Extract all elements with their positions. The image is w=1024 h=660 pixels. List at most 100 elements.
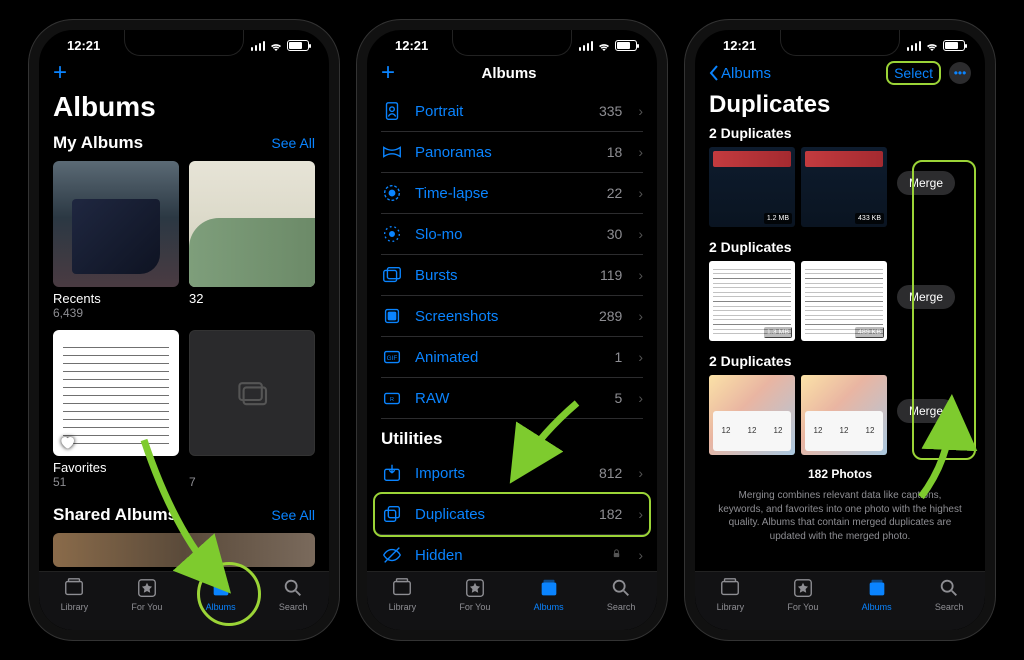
search-icon — [610, 577, 632, 599]
phone-1-albums-home: 12:21 + Albums My Albums See All — [29, 20, 339, 640]
tab-bar: Library For You Albums Search — [367, 571, 657, 630]
album-item[interactable]: 7 — [189, 330, 315, 489]
list-row-screenshots[interactable]: Screenshots 289 › — [381, 296, 643, 337]
shared-album-preview[interactable] — [53, 533, 315, 567]
dup-image[interactable]: 121212 — [709, 375, 795, 455]
dup-image[interactable]: 1.2 MB — [709, 147, 795, 227]
tab-library[interactable]: Library — [61, 577, 89, 612]
tab-library[interactable]: Library — [389, 577, 417, 612]
list-row-imports[interactable]: Imports 812 › — [381, 453, 643, 494]
more-button[interactable]: ••• — [949, 62, 971, 84]
wifi-icon — [597, 41, 611, 51]
back-button[interactable]: Albums — [709, 65, 771, 82]
foryou-icon — [136, 577, 158, 599]
tab-search[interactable]: Search — [935, 577, 964, 612]
albums-icon — [538, 577, 560, 599]
library-icon — [63, 577, 85, 599]
list-row-hidden[interactable]: Hidden › — [381, 535, 643, 571]
list-row-portrait[interactable]: Portrait 335 › — [381, 91, 643, 132]
merge-button[interactable]: Merge — [897, 285, 955, 309]
row-label: Panoramas — [415, 144, 595, 161]
photos-count: 182 Photos — [695, 467, 985, 481]
row-count: 335 — [599, 103, 622, 119]
add-button[interactable]: + — [53, 59, 67, 87]
tab-label: Albums — [206, 602, 236, 612]
status-time: 12:21 — [67, 38, 100, 53]
tab-search[interactable]: Search — [607, 577, 636, 612]
svg-text:R: R — [390, 397, 394, 403]
tab-label: Albums — [534, 602, 564, 612]
chevron-right-icon: › — [638, 465, 643, 481]
row-label: RAW — [415, 390, 603, 407]
phone-2-albums-list: 12:21 + Albums Portrait 335 › Panoramas … — [357, 20, 667, 640]
select-button[interactable]: Select — [886, 61, 941, 85]
dup-image[interactable]: 1.3 MB — [709, 261, 795, 341]
dup-image[interactable]: 121212 — [801, 375, 887, 455]
duplicate-group: 2 Duplicates 121212121212 Merge — [695, 353, 985, 455]
utilities-header: Utilities — [381, 429, 643, 449]
row-count: 182 — [599, 506, 622, 522]
foryou-icon — [464, 577, 486, 599]
tab-label: Library — [389, 602, 417, 612]
notch — [780, 30, 900, 56]
chevron-right-icon: › — [638, 185, 643, 201]
search-icon — [282, 577, 304, 599]
tab-label: For You — [787, 602, 818, 612]
row-label: Screenshots — [415, 308, 587, 325]
dup-image[interactable]: 489 KB — [801, 261, 887, 341]
album-count: 7 — [189, 475, 315, 489]
tab-label: Search — [935, 602, 964, 612]
album-favorites[interactable]: Favorites 51 — [53, 330, 179, 489]
tab-bar: Library For You Albums Search — [39, 571, 329, 630]
album-thumb — [53, 330, 179, 456]
cellular-icon — [251, 41, 266, 51]
list-row-time-lapse[interactable]: Time-lapse 22 › — [381, 173, 643, 214]
duplicate-group: 2 Duplicates 1.2 MB433 KB Merge — [695, 125, 985, 227]
dup-count-label: 2 Duplicates — [709, 353, 971, 369]
tab-for-you[interactable]: For You — [459, 577, 490, 612]
album-item[interactable]: 32 — [189, 161, 315, 320]
merge-button[interactable]: Merge — [897, 399, 955, 423]
screenshots-icon — [381, 305, 403, 327]
file-size: 433 KB — [855, 213, 884, 224]
tab-for-you[interactable]: For You — [787, 577, 818, 612]
my-albums-header: My Albums — [53, 133, 143, 153]
list-row-duplicates[interactable]: Duplicates 182 › — [375, 494, 649, 535]
dup-image[interactable]: 433 KB — [801, 147, 887, 227]
cellular-icon — [579, 41, 594, 51]
album-thumb — [53, 161, 179, 287]
tab-search[interactable]: Search — [279, 577, 308, 612]
album-count: 51 — [53, 475, 179, 489]
tab-library[interactable]: Library — [717, 577, 745, 612]
svg-text:GIF: GIF — [387, 355, 398, 362]
tab-label: Search — [279, 602, 308, 612]
list-row-bursts[interactable]: Bursts 119 › — [381, 255, 643, 296]
list-row-raw[interactable]: R RAW 5 › — [381, 378, 643, 419]
phone-3-duplicates: 12:21 Albums Select ••• Duplicates 2 Du — [685, 20, 995, 640]
status-time: 12:21 — [395, 38, 428, 53]
albums-icon — [866, 577, 888, 599]
placeholder-icon — [235, 379, 269, 407]
search-icon — [938, 577, 960, 599]
wifi-icon — [269, 41, 283, 51]
row-label: Bursts — [415, 267, 588, 284]
see-all-link[interactable]: See All — [271, 135, 315, 151]
tab-albums[interactable]: Albums — [534, 577, 564, 612]
battery-icon — [943, 40, 965, 51]
chevron-right-icon: › — [638, 349, 643, 365]
merge-button[interactable]: Merge — [897, 171, 955, 195]
tab-albums[interactable]: Albums — [206, 577, 236, 612]
tab-for-you[interactable]: For You — [131, 577, 162, 612]
file-size: 1.3 MB — [764, 327, 792, 338]
notch — [452, 30, 572, 56]
list-row-panoramas[interactable]: Panoramas 18 › — [381, 132, 643, 173]
nav-title: Albums — [482, 65, 537, 82]
add-button[interactable]: + — [381, 59, 395, 87]
chevron-right-icon: › — [638, 547, 643, 563]
list-row-animated[interactable]: GIF Animated 1 › — [381, 337, 643, 378]
tab-albums[interactable]: Albums — [862, 577, 892, 612]
chevron-right-icon: › — [638, 144, 643, 160]
see-all-link[interactable]: See All — [271, 507, 315, 523]
album-recents[interactable]: Recents 6,439 — [53, 161, 179, 320]
list-row-slo-mo[interactable]: Slo-mo 30 › — [381, 214, 643, 255]
